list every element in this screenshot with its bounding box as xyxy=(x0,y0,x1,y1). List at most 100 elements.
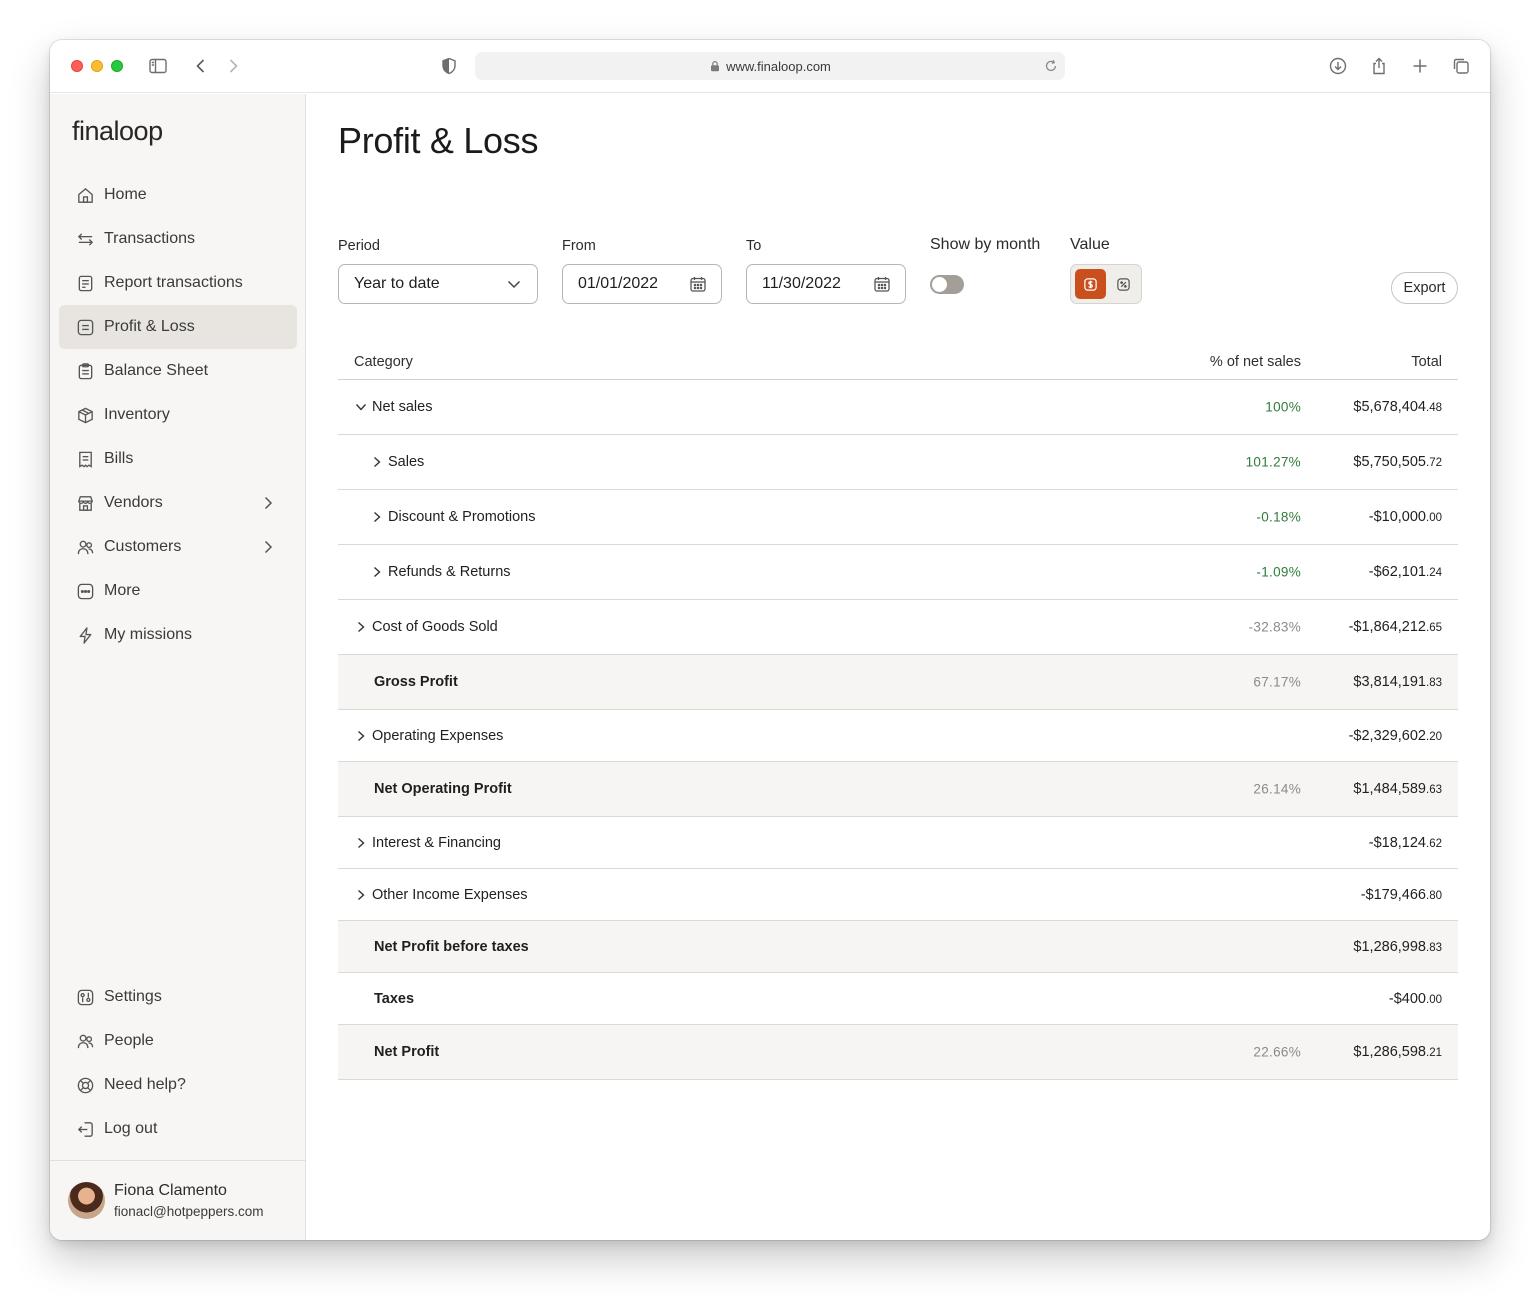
chevron-right-icon[interactable] xyxy=(354,620,368,634)
sidebar-item-inventory[interactable]: Inventory xyxy=(59,393,297,437)
sidebar-item-transactions[interactable]: Transactions xyxy=(59,217,297,261)
table-row-sales[interactable]: Sales 101.27% $5,750,505.72 xyxy=(338,435,1458,490)
sidebar-item-report-transactions[interactable]: Report transactions xyxy=(59,261,297,305)
new-tab-icon[interactable] xyxy=(1409,55,1431,77)
sidebar-item-label: Transactions xyxy=(104,230,195,247)
sidebar-item-home[interactable]: Home xyxy=(59,173,297,217)
export-button[interactable]: Export xyxy=(1391,272,1458,304)
calendar-icon[interactable] xyxy=(873,275,891,293)
row-label: Sales xyxy=(370,454,424,470)
chevron-right-icon[interactable] xyxy=(370,455,384,469)
header-total[interactable]: Total xyxy=(1411,354,1442,370)
row-label: Operating Expenses xyxy=(354,728,503,744)
sidebar-item-label: My missions xyxy=(104,626,193,643)
inventory-icon xyxy=(75,405,95,425)
table-row-refunds-returns[interactable]: Refunds & Returns -1.09% -$62,101.24 xyxy=(338,545,1458,600)
sidebar-item-label: People xyxy=(104,1032,154,1049)
sidebar-item-balance-sheet[interactable]: Balance Sheet xyxy=(59,349,297,393)
sidebar-item-log-out[interactable]: Log out xyxy=(59,1107,297,1151)
table-row-net-profit-before-taxes: Net Profit before taxes $1,286,998.83 xyxy=(338,921,1458,973)
logout-icon xyxy=(75,1119,95,1139)
sidebar-item-need-help[interactable]: Need help? xyxy=(59,1063,297,1107)
header-category[interactable]: Category xyxy=(354,354,413,370)
missions-icon xyxy=(75,625,95,645)
sidebar-item-vendors[interactable]: Vendors xyxy=(59,481,297,525)
sidebar-item-people[interactable]: People xyxy=(59,1019,297,1063)
sidebar-divider xyxy=(50,1160,306,1161)
close-window-button[interactable] xyxy=(71,60,83,72)
row-total: $3,814,191.83 xyxy=(1353,674,1442,690)
row-total: -$62,101.24 xyxy=(1368,564,1442,580)
address-bar[interactable]: www.finaloop.com xyxy=(475,52,1065,80)
row-label: Taxes xyxy=(374,990,415,1007)
minimize-window-button[interactable] xyxy=(91,60,103,72)
sidebar-toggle-icon[interactable] xyxy=(147,55,169,77)
row-label: Interest & Financing xyxy=(354,835,501,851)
browser-toolbar: www.finaloop.com xyxy=(50,40,1490,93)
row-label: Net Operating Profit xyxy=(374,781,512,797)
show-by-month-label: Show by month xyxy=(930,236,1041,253)
table-row-net-operating-profit: Net Operating Profit 26.14% $1,484,589.6… xyxy=(338,762,1458,817)
show-by-month-toggle[interactable] xyxy=(930,275,964,294)
table-row-net-sales[interactable]: Net sales 100% $5,678,404.48 xyxy=(338,380,1458,435)
from-date-input[interactable]: 01/01/2022 xyxy=(562,264,722,304)
row-label: Refunds & Returns xyxy=(370,564,511,580)
from-date-value: 01/01/2022 xyxy=(578,275,659,292)
share-icon[interactable] xyxy=(1368,55,1390,77)
chevron-right-icon[interactable] xyxy=(370,565,384,579)
row-label: Cost of Goods Sold xyxy=(354,619,498,635)
chevron-right-icon[interactable] xyxy=(354,836,368,850)
chevron-right-icon[interactable] xyxy=(354,888,368,902)
sidebar-item-bills[interactable]: Bills xyxy=(59,437,297,481)
user-email: fionacl@hotpeppers.com xyxy=(114,1204,264,1219)
table-row-interest-financing[interactable]: Interest & Financing -$18,124.62 xyxy=(338,817,1458,869)
user-avatar[interactable] xyxy=(68,1182,105,1219)
sidebar-item-more[interactable]: More xyxy=(59,569,297,613)
currency-mode-button[interactable] xyxy=(1075,269,1106,299)
percent-icon xyxy=(1117,277,1130,291)
sidebar-item-profit-loss[interactable]: Profit & Loss xyxy=(59,305,297,349)
from-label: From xyxy=(562,238,596,254)
forward-icon[interactable] xyxy=(222,55,244,77)
chevron-right-icon[interactable] xyxy=(354,729,368,743)
report-icon xyxy=(75,273,95,293)
table-row-discount-promotions[interactable]: Discount & Promotions -0.18% -$10,000.00 xyxy=(338,490,1458,545)
sidebar-item-label: Log out xyxy=(104,1120,158,1137)
row-total: $1,484,589.63 xyxy=(1353,781,1442,797)
row-label: Other Income Expenses xyxy=(354,887,528,903)
back-icon[interactable] xyxy=(190,55,212,77)
period-select[interactable]: Year to date xyxy=(338,264,538,304)
transactions-icon xyxy=(75,229,95,249)
reload-icon[interactable] xyxy=(1043,58,1059,74)
chevron-right-icon[interactable] xyxy=(370,510,384,524)
row-total: -$179,466.80 xyxy=(1360,886,1442,903)
maximize-window-button[interactable] xyxy=(111,60,123,72)
percent-mode-button[interactable] xyxy=(1108,269,1139,299)
sidebar-item-settings[interactable]: Settings xyxy=(59,975,297,1019)
chevron-down-icon[interactable] xyxy=(354,400,368,414)
sidebar-item-customers[interactable]: Customers xyxy=(59,525,297,569)
row-total: $5,750,505.72 xyxy=(1353,454,1442,470)
row-pct: -32.83% xyxy=(1248,619,1301,635)
row-total: -$400.00 xyxy=(1388,990,1442,1007)
shield-icon[interactable] xyxy=(438,55,460,77)
to-date-input[interactable]: 11/30/2022 xyxy=(746,264,906,304)
more-icon xyxy=(75,581,95,601)
calendar-icon[interactable] xyxy=(689,275,707,293)
download-icon[interactable] xyxy=(1327,55,1349,77)
sidebar-item-my-missions[interactable]: My missions xyxy=(59,613,297,657)
row-pct: 67.17% xyxy=(1253,674,1301,690)
sidebar-item-label: Profit & Loss xyxy=(104,318,195,335)
header-pct-net-sales[interactable]: % of net sales xyxy=(1210,354,1301,370)
sidebar-item-label: Balance Sheet xyxy=(104,362,209,379)
table-row-operating-expenses[interactable]: Operating Expenses -$2,329,602.20 xyxy=(338,710,1458,762)
finaloop-logo[interactable]: finaloop xyxy=(72,116,163,147)
row-pct: 100% xyxy=(1265,399,1301,415)
table-row-net-profit: Net Profit 22.66% $1,286,598.21 xyxy=(338,1025,1458,1080)
row-pct: -1.09% xyxy=(1256,564,1301,580)
table-row-cost-of-goods-sold[interactable]: Cost of Goods Sold -32.83% -$1,864,212.6… xyxy=(338,600,1458,655)
tab-overview-icon[interactable] xyxy=(1450,55,1472,77)
period-value: Year to date xyxy=(354,275,440,292)
table-row-other-income-expenses[interactable]: Other Income Expenses -$179,466.80 xyxy=(338,869,1458,921)
row-total: -$2,329,602.20 xyxy=(1348,727,1442,744)
